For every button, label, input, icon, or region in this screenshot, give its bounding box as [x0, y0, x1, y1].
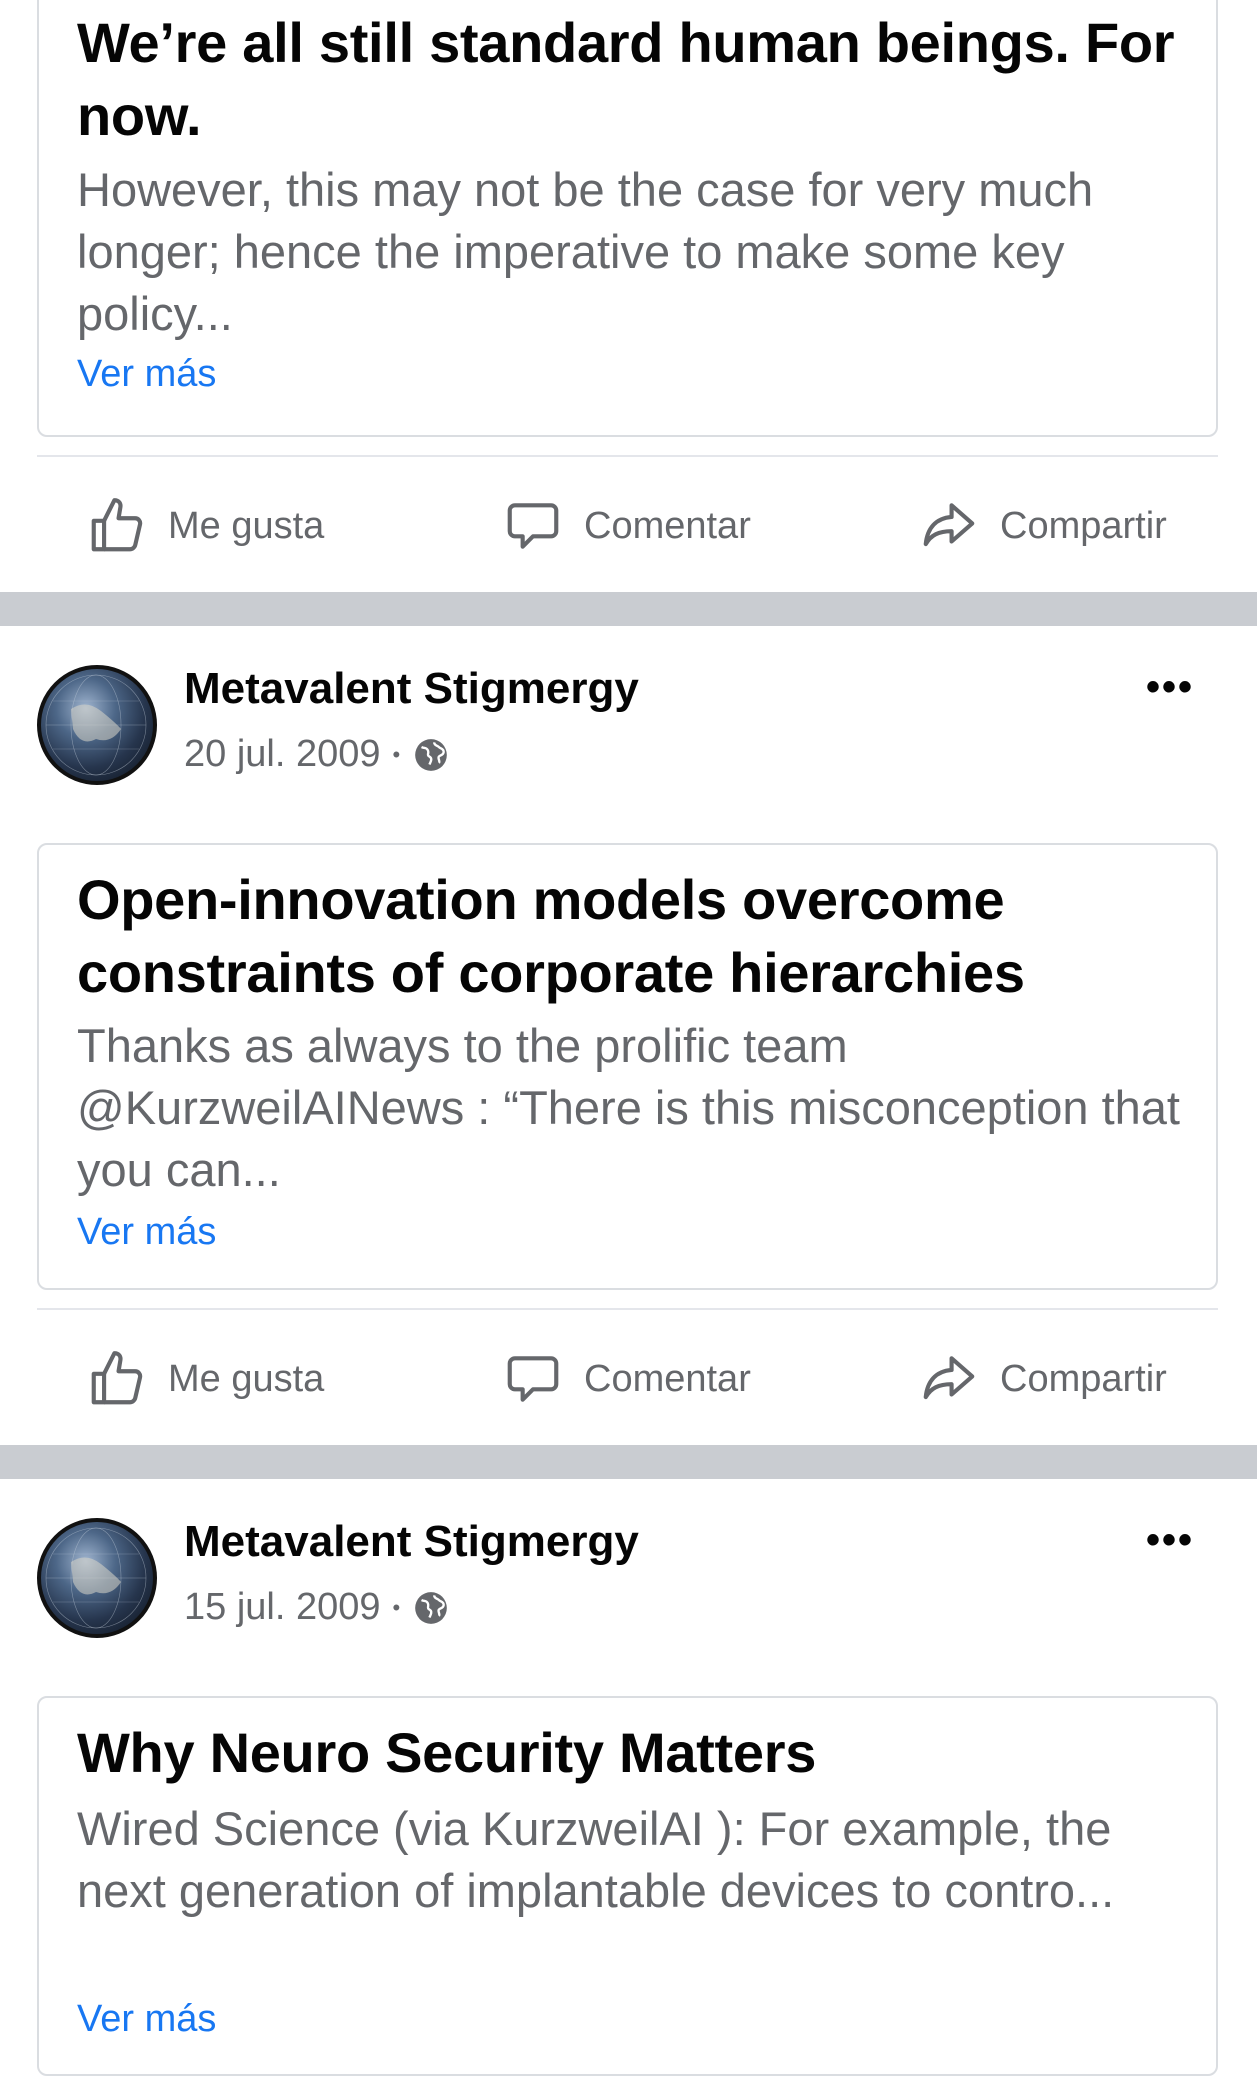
avatar[interactable] — [37, 1518, 157, 1638]
link-description: Thanks as always to the prolific team @K… — [77, 1019, 1180, 1196]
comment-bubble-icon — [507, 503, 559, 549]
comment-label: Comentar — [584, 1357, 751, 1400]
post-meta: 20 jul. 2009 • — [184, 733, 450, 776]
meta-dot: • — [392, 741, 401, 767]
more-options-icon[interactable]: ••• — [1146, 665, 1194, 710]
comment-bubble-icon — [507, 1356, 559, 1402]
thumbs-up-icon — [91, 498, 143, 552]
link-preview-card[interactable]: Open-innovation models overcome constrai… — [37, 843, 1218, 1290]
see-more-link[interactable]: Ver más — [77, 1211, 216, 1254]
link-preview-card[interactable]: We’re all still standard human beings. F… — [37, 0, 1218, 437]
share-arrow-icon — [923, 1356, 975, 1400]
more-options-icon[interactable]: ••• — [1146, 1518, 1194, 1563]
comment-button[interactable]: Comentar — [502, 495, 751, 557]
comment-label: Comentar — [584, 504, 751, 547]
globe-icon — [415, 1591, 448, 1624]
link-description: However, this may not be the case for ve… — [77, 163, 1094, 340]
post-date[interactable]: 20 jul. 2009 — [184, 733, 381, 776]
share-button[interactable]: Compartir — [918, 495, 1167, 557]
link-title: Open-innovation models overcome constrai… — [77, 868, 1025, 1004]
link-description: Wired Science (via KurzweilAI ): For exa… — [77, 1802, 1115, 1917]
earth-globe-icon — [45, 674, 147, 776]
like-button[interactable]: Me gusta — [86, 1348, 324, 1410]
like-label: Me gusta — [168, 1357, 325, 1400]
divider — [37, 1308, 1218, 1310]
author-name[interactable]: Metavalent Stigmergy — [184, 1517, 639, 1567]
post-meta: 15 jul. 2009 • — [184, 1586, 450, 1629]
divider — [37, 455, 1218, 457]
feed-separator — [0, 1445, 1257, 1479]
earth-globe-icon — [45, 1527, 147, 1629]
thumbs-up-icon — [91, 1351, 143, 1405]
feed-separator — [0, 592, 1257, 626]
author-name[interactable]: Metavalent Stigmergy — [184, 664, 639, 714]
share-button[interactable]: Compartir — [918, 1348, 1167, 1410]
link-title: We’re all still standard human beings. F… — [77, 11, 1175, 147]
see-more-link[interactable]: Ver más — [77, 1998, 216, 2041]
globe-icon — [415, 738, 448, 771]
meta-dot: • — [392, 1594, 401, 1620]
share-arrow-icon — [923, 503, 975, 547]
like-label: Me gusta — [168, 504, 325, 547]
share-label: Compartir — [1000, 1357, 1167, 1400]
link-title: Why Neuro Security Matters — [77, 1721, 817, 1784]
share-label: Compartir — [1000, 504, 1167, 547]
see-more-link[interactable]: Ver más — [77, 353, 216, 396]
like-button[interactable]: Me gusta — [86, 495, 324, 557]
avatar[interactable] — [37, 665, 157, 785]
comment-button[interactable]: Comentar — [502, 1348, 751, 1410]
link-preview-card[interactable]: Why Neuro Security Matters Wired Science… — [37, 1696, 1218, 2076]
post-date[interactable]: 15 jul. 2009 — [184, 1586, 381, 1629]
